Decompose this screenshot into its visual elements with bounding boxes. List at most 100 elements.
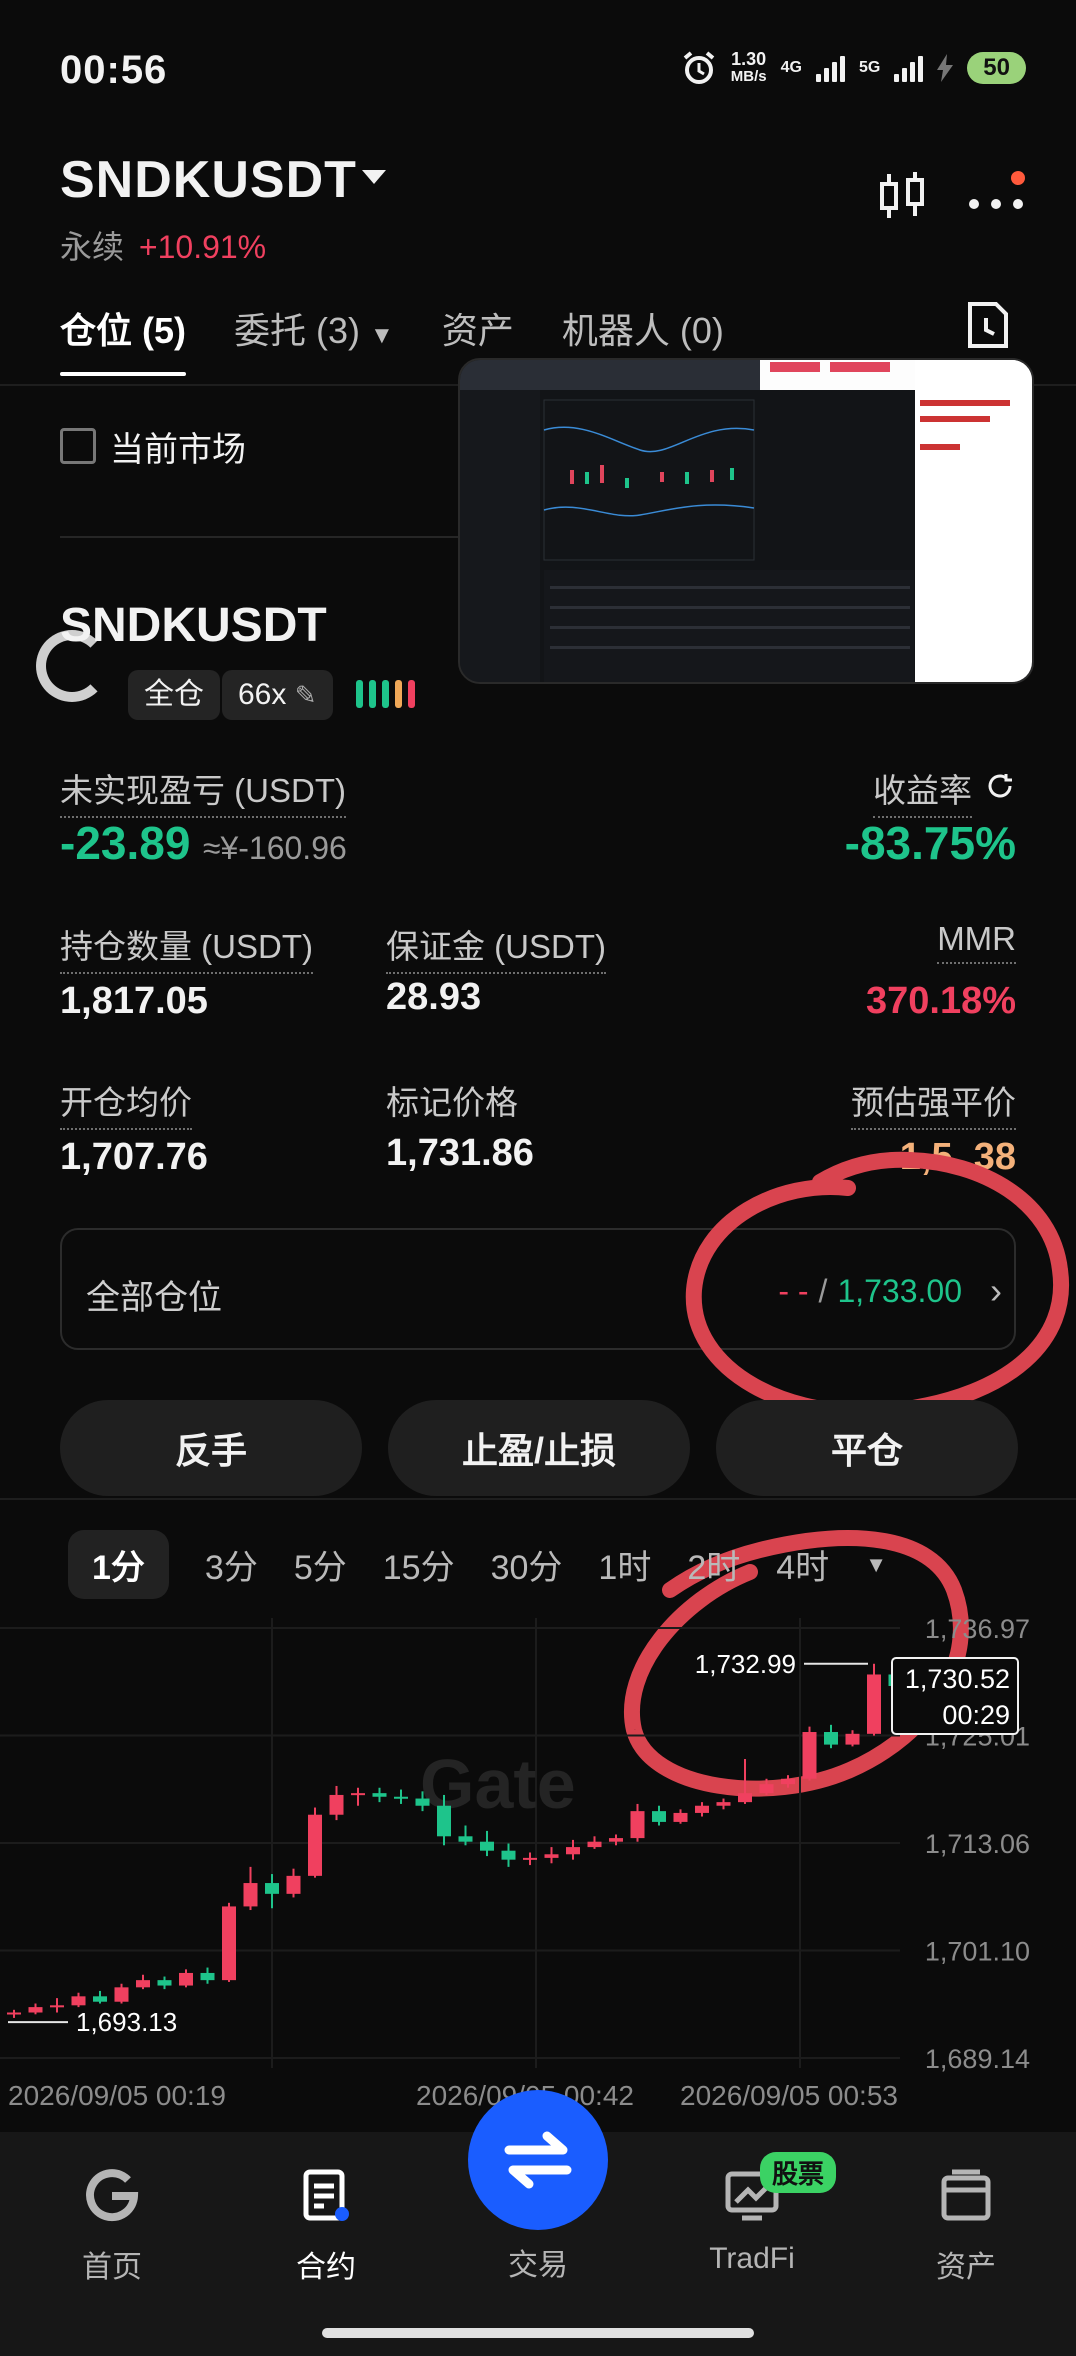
timeframe-1h[interactable]: 1时 (598, 1540, 651, 1589)
status-time: 00:56 (60, 48, 168, 92)
edit-pencil-icon: ✎ (294, 680, 317, 710)
candle-body (652, 1811, 666, 1822)
candle-body (523, 1857, 537, 1860)
current-market-label[interactable]: 当前市场 (110, 422, 246, 471)
gate-home-icon (86, 2169, 139, 2222)
close-position-button[interactable]: 平仓 (716, 1400, 1018, 1496)
candle-body (265, 1883, 279, 1894)
timeframe-3m[interactable]: 3分 (205, 1540, 258, 1589)
nav-home[interactable]: 首页 (42, 2168, 182, 2286)
candle-body (308, 1814, 322, 1876)
candle-body (609, 1838, 623, 1842)
swap-arrows-icon (504, 2131, 572, 2189)
y-tick-label: 1,689.14 (925, 2044, 1030, 2074)
candle-body (222, 1906, 236, 1981)
candlestick-chart-icon[interactable] (878, 170, 926, 222)
candle-body (544, 1854, 559, 1858)
network-5g-label: 5G (858, 59, 881, 76)
tpsl-button[interactable]: 止盈/止损 (388, 1400, 690, 1496)
roe-label[interactable]: 收益率 (873, 764, 972, 818)
candle-body (566, 1847, 580, 1855)
futures-document-icon (303, 2169, 349, 2221)
network-4g-label: 4G (780, 59, 802, 76)
candle-body (759, 1784, 774, 1794)
candle-body (286, 1875, 301, 1894)
tab-positions[interactable]: 仓位 (5) (60, 302, 187, 376)
candle-body (157, 1980, 172, 1986)
stocks-badge: 股票 (760, 2152, 837, 2193)
position-size: 1,817.05 (60, 980, 208, 1022)
timeframe-more-icon[interactable]: ▼ (865, 1552, 887, 1578)
trade-swap-button[interactable] (468, 2090, 608, 2230)
refresh-share-icon[interactable] (984, 770, 1016, 802)
y-tick-label: 1,701.10 (925, 1936, 1030, 1966)
candle-body (802, 1732, 817, 1779)
timeframe-1m[interactable]: 1分 (68, 1530, 169, 1599)
history-document-icon[interactable] (966, 300, 1010, 350)
unrealized-pnl-label[interactable]: 未实现盈亏 (USDT) (60, 764, 346, 818)
timeframe-2h[interactable]: 2时 (687, 1540, 740, 1589)
floating-video-thumbnail[interactable] (458, 358, 1034, 684)
symbol-title[interactable]: SNDKUSDT (60, 150, 357, 210)
position-symbol: SNDKUSDT (60, 599, 327, 652)
actions-divider (0, 1498, 1076, 1500)
tab-orders[interactable]: 委托 (3) ▼ (234, 302, 394, 354)
candle-body (437, 1805, 451, 1837)
timeframe-15m[interactable]: 15分 (383, 1540, 455, 1589)
x-tick-label: 2026/09/05 00:19 (8, 2080, 226, 2111)
timeframe-5m[interactable]: 5分 (294, 1540, 347, 1589)
candle-body (716, 1802, 731, 1806)
candle-body (845, 1733, 860, 1745)
candle-body (695, 1805, 709, 1813)
margin-value: 28.93 (386, 976, 482, 1018)
current-market-checkbox[interactable] (60, 428, 96, 464)
home-indicator (322, 2328, 754, 2338)
signal-5g-icon (894, 54, 924, 82)
candle-body (28, 2007, 43, 2013)
entry-price-label[interactable]: 开仓均价 (60, 1076, 192, 1130)
symbol-subtitle: 永续 +10.91% (60, 229, 267, 265)
timeframe-30m[interactable]: 30分 (491, 1540, 563, 1589)
candle-body (587, 1841, 602, 1848)
orders-dropdown-icon: ▼ (370, 322, 394, 349)
symbol-dropdown-icon[interactable] (362, 170, 386, 184)
y-tick-label: 1,713.06 (925, 1829, 1030, 1859)
filter-divider (60, 536, 480, 538)
candle-body (673, 1812, 688, 1822)
candle-body (630, 1811, 645, 1839)
more-menu-icon[interactable] (966, 170, 1026, 222)
mmr-label[interactable]: MMR (937, 920, 1016, 964)
candle-body (114, 1987, 129, 2002)
leverage-badge[interactable]: 66x ✎ (222, 670, 333, 720)
liq-price-label[interactable]: 预估强平价 (851, 1076, 1016, 1130)
header-actions (878, 170, 1026, 222)
signal-4g-icon (815, 54, 845, 82)
status-icons: 1.30 MB/s 4G 5G 50 (681, 50, 1026, 86)
candle-body (824, 1732, 838, 1745)
mmr-value: 370.18% (865, 980, 1016, 1022)
candle-body (243, 1883, 258, 1907)
tab-bots[interactable]: 机器人 (0) (562, 302, 724, 354)
position-size-label[interactable]: 持仓数量 (USDT) (60, 920, 313, 974)
x-tick-label: 2026/09/05 00:53 (680, 2080, 898, 2111)
candle-countdown: 00:29 (942, 1700, 1010, 1730)
candle-body (458, 1836, 473, 1842)
candle-body (480, 1841, 494, 1851)
margin-label[interactable]: 保证金 (USDT) (386, 920, 606, 974)
tab-assets[interactable]: 资产 (442, 302, 514, 354)
reverse-button[interactable]: 反手 (60, 1400, 362, 1496)
candle-body (179, 1972, 193, 1986)
nav-trade-label[interactable]: 交易 (468, 2240, 608, 2284)
nav-assets[interactable]: 资产 (896, 2168, 1036, 2286)
candlestick-chart[interactable]: 1,736.971,725.011,713.061,701.101,689.14… (0, 1618, 1076, 2108)
nav-futures[interactable]: 合约 (256, 2168, 396, 2286)
entry-price: 1,707.76 (60, 1136, 208, 1178)
roe-value: -83.75% (844, 817, 1016, 869)
candle-body (415, 1798, 430, 1806)
candle-body (781, 1778, 795, 1785)
candle-body (200, 1972, 215, 1981)
candle-body (351, 1793, 365, 1796)
candle-body (50, 2005, 64, 2008)
risk-level-bars (356, 680, 415, 708)
timeframe-4h[interactable]: 4时 (776, 1540, 829, 1589)
